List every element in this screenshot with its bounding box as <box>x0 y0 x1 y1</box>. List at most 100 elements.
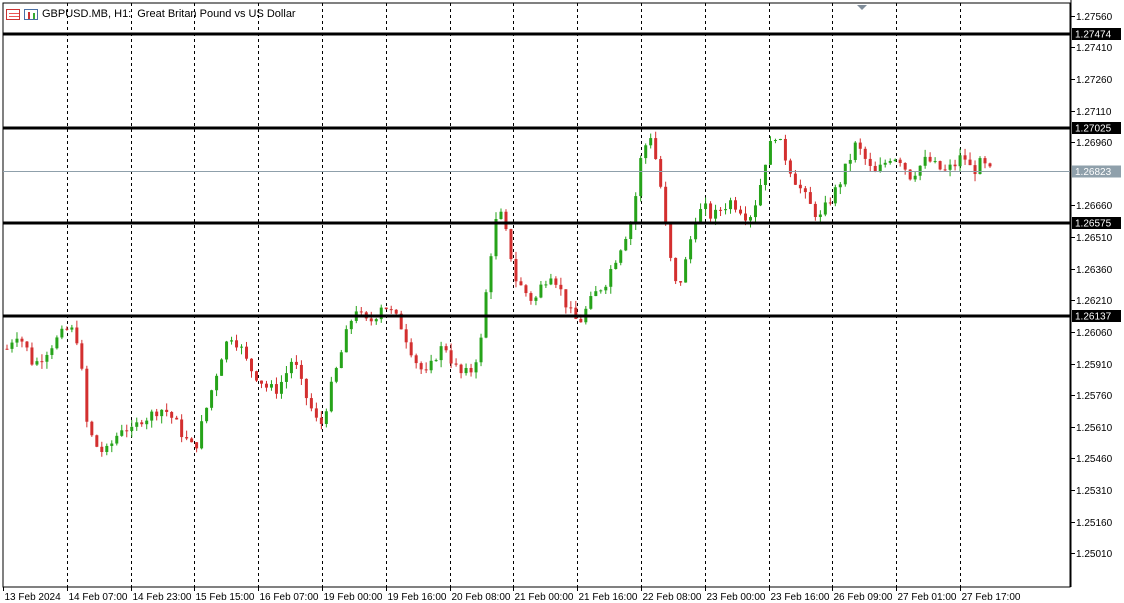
candle <box>145 417 149 430</box>
y-tick-label: 1.25760 <box>1076 391 1113 402</box>
candle <box>264 380 268 392</box>
candle <box>10 339 14 353</box>
candle <box>140 419 144 427</box>
candle <box>165 403 169 417</box>
candle <box>180 414 184 443</box>
y-tick-label: 1.25010 <box>1076 549 1113 560</box>
candle <box>739 205 743 216</box>
candle <box>963 148 967 165</box>
candle <box>684 256 688 283</box>
candle <box>968 152 972 166</box>
candle <box>813 201 817 221</box>
candle <box>200 414 204 450</box>
candle <box>439 341 443 368</box>
candle <box>45 351 49 369</box>
candle <box>719 207 723 217</box>
candle <box>614 260 618 270</box>
candle <box>254 370 258 382</box>
candle <box>858 138 862 155</box>
candle <box>479 333 483 367</box>
candle <box>509 228 513 262</box>
candle <box>783 134 787 166</box>
y-tick-label: 1.25910 <box>1076 360 1113 371</box>
candle <box>494 212 498 260</box>
plot-frame <box>2 2 1071 588</box>
candle <box>414 353 418 369</box>
candle <box>185 430 189 441</box>
candle <box>25 340 29 352</box>
candle <box>888 158 892 165</box>
candle <box>399 310 403 330</box>
candle <box>659 155 663 189</box>
candle <box>215 373 219 397</box>
candle <box>225 340 229 363</box>
candle <box>933 157 937 164</box>
candle <box>953 159 957 171</box>
chart-shift-marker-icon[interactable] <box>857 5 867 10</box>
candle <box>818 210 822 223</box>
candle <box>529 291 533 305</box>
price-chart[interactable]: 1.26823 1.27474 1.27025 1.26575 1.26137 13 F… <box>0 0 1124 603</box>
candle <box>544 280 548 288</box>
y-tick-label: 1.26360 <box>1076 265 1113 276</box>
x-tick-label: 23 Feb 16:00 <box>771 592 830 603</box>
candle <box>75 320 79 346</box>
x-tick-label: 14 Feb 07:00 <box>69 592 128 603</box>
candles <box>5 131 992 457</box>
x-tick-label: 21 Feb 16:00 <box>579 592 638 603</box>
bid-price-label: 1.26823 <box>1075 167 1112 178</box>
horizontal-levels[interactable]: 1.26823 1.27474 1.27025 1.26575 1.26137 <box>3 28 1121 323</box>
candle <box>409 338 413 358</box>
x-tick-label: 13 Feb 2024 <box>5 592 62 603</box>
x-tick-label: 27 Feb 01:00 <box>898 592 957 603</box>
candle <box>938 160 942 171</box>
candle <box>205 407 209 424</box>
candle <box>35 357 39 366</box>
candle <box>434 358 438 362</box>
y-tick-label: 1.26210 <box>1076 296 1113 307</box>
x-tick-label: 20 Feb 08:00 <box>452 592 511 603</box>
candle <box>5 344 9 350</box>
candle <box>778 138 782 141</box>
candle <box>748 215 752 228</box>
candle <box>689 236 693 264</box>
level-price-label: 1.27025 <box>1075 124 1112 135</box>
candle <box>250 358 254 378</box>
candle <box>988 162 992 168</box>
candle <box>868 152 872 172</box>
candle <box>908 169 912 181</box>
candle <box>329 376 333 413</box>
x-tick-label: 27 Feb 17:00 <box>962 592 1021 603</box>
x-tick-label: 16 Feb 07:00 <box>260 592 319 603</box>
candle <box>519 277 523 286</box>
candle <box>624 236 628 252</box>
candle <box>135 417 139 431</box>
candle <box>833 184 837 207</box>
candle <box>289 358 293 379</box>
candle <box>125 424 129 438</box>
candle <box>803 186 807 199</box>
candle <box>100 441 104 457</box>
candle <box>734 196 738 213</box>
candle <box>324 408 328 428</box>
candle <box>798 179 802 194</box>
x-tick-label: 14 Feb 23:00 <box>133 592 192 603</box>
candle <box>334 366 338 384</box>
candle <box>549 273 553 286</box>
candle <box>843 163 847 187</box>
candle <box>724 203 728 215</box>
y-tick-label: 1.27560 <box>1076 12 1113 23</box>
candle <box>389 305 393 314</box>
candle <box>304 378 308 406</box>
candle <box>230 336 234 345</box>
candle <box>210 389 214 411</box>
candle <box>514 251 518 288</box>
level-price-label: 1.27474 <box>1075 30 1112 41</box>
candle <box>369 311 373 326</box>
candle <box>898 157 902 167</box>
y-tick-label: 1.26510 <box>1076 233 1113 244</box>
candle <box>459 363 463 379</box>
candle <box>838 182 842 195</box>
candle <box>958 148 962 172</box>
candle <box>339 349 343 369</box>
